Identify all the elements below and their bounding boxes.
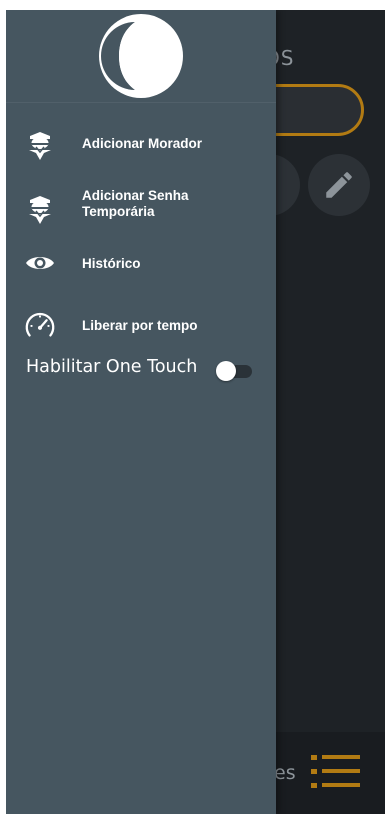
menu-item-label: Adicionar Morador xyxy=(82,136,203,151)
one-touch-label: Habilitar One Touch xyxy=(26,357,198,377)
app-screen: OS es Adicionar Morador Adicionar Senha … xyxy=(6,10,385,814)
resident-icon xyxy=(23,128,57,162)
resident-icon xyxy=(23,192,57,226)
edit-button[interactable] xyxy=(308,154,370,216)
eye-icon xyxy=(23,246,57,280)
toggle-thumb xyxy=(216,361,236,381)
drawer-header xyxy=(6,10,276,103)
menu-item-release-by-time[interactable]: Liberar por tempo xyxy=(6,306,276,356)
menu-item-label: Liberar por tempo xyxy=(82,318,198,333)
bottom-bar-label: es xyxy=(274,762,296,784)
menu-item-add-resident[interactable]: Adicionar Morador xyxy=(6,124,276,174)
menu-item-history[interactable]: Histórico xyxy=(6,246,276,296)
menu-item-label: Histórico xyxy=(82,256,141,271)
one-touch-setting: Habilitar One Touch xyxy=(26,354,256,384)
speedometer-icon xyxy=(23,308,57,342)
list-menu-icon[interactable] xyxy=(311,752,363,792)
pencil-icon xyxy=(326,172,352,198)
navigation-drawer: Adicionar Morador Adicionar Senha Tempor… xyxy=(6,10,276,814)
menu-item-label: Adicionar Senha Temporária xyxy=(82,188,189,219)
menu-item-add-temporary-password[interactable]: Adicionar Senha Temporária xyxy=(6,182,276,242)
one-touch-toggle[interactable] xyxy=(216,361,254,381)
half-moon-logo xyxy=(99,14,183,98)
